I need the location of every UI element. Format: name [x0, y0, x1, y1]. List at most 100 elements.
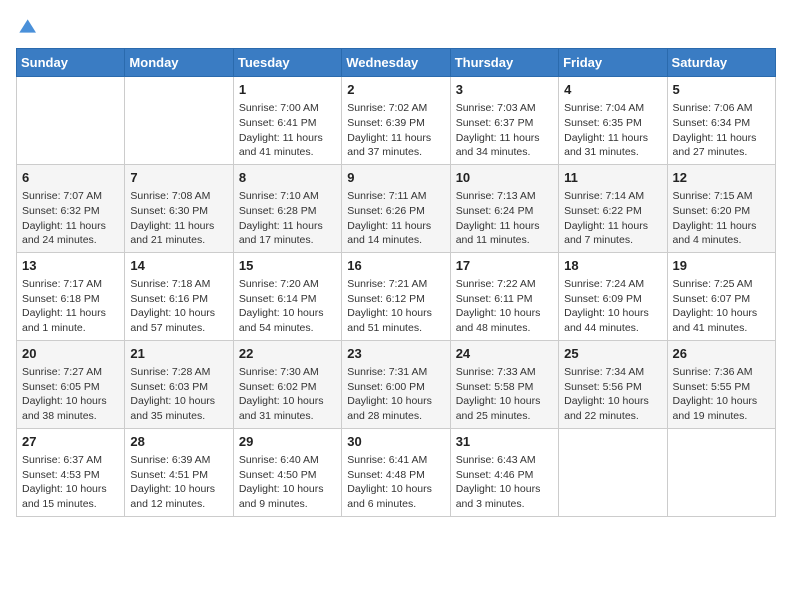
day-number: 14 — [130, 257, 227, 275]
calendar-cell: 13 Sunrise: 7:17 AM Sunset: 6:18 PM Dayli… — [17, 252, 125, 340]
weekday-header-wednesday: Wednesday — [342, 49, 450, 77]
calendar-cell: 15 Sunrise: 7:20 AM Sunset: 6:14 PM Dayli… — [233, 252, 341, 340]
cell-content: Sunrise: 7:25 AM Sunset: 6:07 PM Dayligh… — [673, 277, 770, 336]
calendar-cell: 22Sunrise: 7:30 AM Sunset: 6:02 PM Dayli… — [233, 340, 341, 428]
weekday-header-saturday: Saturday — [667, 49, 775, 77]
day-number: 10 — [456, 169, 553, 187]
calendar-body: 1 Sunrise: 7:00 AM Sunset: 6:41 PM Daylig… — [17, 77, 776, 517]
day-number: 26 — [673, 345, 770, 363]
cell-content: Sunrise: 7:34 AM Sunset: 5:56 PM Dayligh… — [564, 365, 661, 424]
cell-content: Sunrise: 7:36 AM Sunset: 5:55 PM Dayligh… — [673, 365, 770, 424]
day-number: 13 — [22, 257, 119, 275]
calendar-cell: 8 Sunrise: 7:10 AM Sunset: 6:28 PM Daylig… — [233, 164, 341, 252]
cell-content: Sunrise: 7:22 AM Sunset: 6:11 PM Dayligh… — [456, 277, 553, 336]
day-number: 7 — [130, 169, 227, 187]
day-number: 4 — [564, 81, 661, 99]
calendar-cell: 20 Sunrise: 7:27 AM Sunset: 6:05 PM Dayli… — [17, 340, 125, 428]
cell-content: Sunrise: 6:37 AM Sunset: 4:53 PM Dayligh… — [22, 453, 119, 512]
calendar-cell: 7 Sunrise: 7:08 AM Sunset: 6:30 PM Daylig… — [125, 164, 233, 252]
cell-content: Sunrise: 6:43 AM Sunset: 4:46 PM Dayligh… — [456, 453, 553, 512]
day-number: 15 — [239, 257, 336, 275]
cell-content: Sunrise: 7:18 AM Sunset: 6:16 PM Dayligh… — [130, 277, 227, 336]
calendar-week-2: 6 Sunrise: 7:07 AM Sunset: 6:32 PM Daylig… — [17, 164, 776, 252]
cell-content: Sunrise: 7:04 AM Sunset: 6:35 PM Dayligh… — [564, 101, 661, 160]
cell-content: Sunrise: 7:08 AM Sunset: 6:30 PM Dayligh… — [130, 189, 227, 248]
cell-content: Sunrise: 7:02 AM Sunset: 6:39 PM Dayligh… — [347, 101, 444, 160]
calendar-table: SundayMondayTuesdayWednesdayThursdayFrid… — [16, 48, 776, 517]
calendar-cell: 23 Sunrise: 7:31 AM Sunset: 6:00 PM Dayli… — [342, 340, 450, 428]
cell-content: Sunrise: 7:07 AM Sunset: 6:32 PM Dayligh… — [22, 189, 119, 248]
calendar-cell: 17 Sunrise: 7:22 AM Sunset: 6:11 PM Dayli… — [450, 252, 558, 340]
calendar-week-5: 27 Sunrise: 6:37 AM Sunset: 4:53 PM Dayli… — [17, 428, 776, 516]
calendar-cell: 10 Sunrise: 7:13 AM Sunset: 6:24 PM Dayli… — [450, 164, 558, 252]
day-number: 27 — [22, 433, 119, 451]
calendar-cell: 1 Sunrise: 7:00 AM Sunset: 6:41 PM Daylig… — [233, 77, 341, 165]
calendar-cell: 14 Sunrise: 7:18 AM Sunset: 6:16 PM Dayli… — [125, 252, 233, 340]
calendar-cell: 12Sunrise: 7:15 AM Sunset: 6:20 PM Dayli… — [667, 164, 775, 252]
calendar-cell: 6 Sunrise: 7:07 AM Sunset: 6:32 PM Daylig… — [17, 164, 125, 252]
calendar-cell — [17, 77, 125, 165]
cell-content: Sunrise: 7:27 AM Sunset: 6:05 PM Dayligh… — [22, 365, 119, 424]
calendar-cell: 9 Sunrise: 7:11 AM Sunset: 6:26 PM Daylig… — [342, 164, 450, 252]
page-header — [16, 16, 776, 36]
cell-content: Sunrise: 7:06 AM Sunset: 6:34 PM Dayligh… — [673, 101, 770, 160]
calendar-header: SundayMondayTuesdayWednesdayThursdayFrid… — [17, 49, 776, 77]
calendar-cell — [125, 77, 233, 165]
cell-content: Sunrise: 7:30 AM Sunset: 6:02 PM Dayligh… — [239, 365, 336, 424]
day-number: 5 — [673, 81, 770, 99]
calendar-cell: 4 Sunrise: 7:04 AM Sunset: 6:35 PM Daylig… — [559, 77, 667, 165]
calendar-cell: 11Sunrise: 7:14 AM Sunset: 6:22 PM Dayli… — [559, 164, 667, 252]
cell-content: Sunrise: 7:14 AM Sunset: 6:22 PM Dayligh… — [564, 189, 661, 248]
cell-content: Sunrise: 7:03 AM Sunset: 6:37 PM Dayligh… — [456, 101, 553, 160]
cell-content: Sunrise: 7:24 AM Sunset: 6:09 PM Dayligh… — [564, 277, 661, 336]
cell-content: Sunrise: 7:15 AM Sunset: 6:20 PM Dayligh… — [673, 189, 770, 248]
cell-content: Sunrise: 7:10 AM Sunset: 6:28 PM Dayligh… — [239, 189, 336, 248]
logo — [16, 16, 40, 36]
cell-content: Sunrise: 7:31 AM Sunset: 6:00 PM Dayligh… — [347, 365, 444, 424]
day-number: 25 — [564, 345, 661, 363]
calendar-cell: 2Sunrise: 7:02 AM Sunset: 6:39 PM Daylig… — [342, 77, 450, 165]
calendar-cell: 5 Sunrise: 7:06 AM Sunset: 6:34 PM Daylig… — [667, 77, 775, 165]
cell-content: Sunrise: 6:39 AM Sunset: 4:51 PM Dayligh… — [130, 453, 227, 512]
day-number: 6 — [22, 169, 119, 187]
day-number: 21 — [130, 345, 227, 363]
day-number: 23 — [347, 345, 444, 363]
day-number: 20 — [22, 345, 119, 363]
calendar-cell: 3 Sunrise: 7:03 AM Sunset: 6:37 PM Daylig… — [450, 77, 558, 165]
calendar-cell: 30 Sunrise: 6:41 AM Sunset: 4:48 PM Dayli… — [342, 428, 450, 516]
day-number: 3 — [456, 81, 553, 99]
day-number: 17 — [456, 257, 553, 275]
day-number: 8 — [239, 169, 336, 187]
calendar-cell: 19 Sunrise: 7:25 AM Sunset: 6:07 PM Dayli… — [667, 252, 775, 340]
cell-content: Sunrise: 7:00 AM Sunset: 6:41 PM Dayligh… — [239, 101, 336, 160]
day-number: 24 — [456, 345, 553, 363]
cell-content: Sunrise: 7:33 AM Sunset: 5:58 PM Dayligh… — [456, 365, 553, 424]
cell-content: Sunrise: 7:17 AM Sunset: 6:18 PM Dayligh… — [22, 277, 119, 336]
day-number: 18 — [564, 257, 661, 275]
weekday-header-monday: Monday — [125, 49, 233, 77]
calendar-week-3: 13 Sunrise: 7:17 AM Sunset: 6:18 PM Dayli… — [17, 252, 776, 340]
cell-content: Sunrise: 7:21 AM Sunset: 6:12 PM Dayligh… — [347, 277, 444, 336]
cell-content: Sunrise: 6:41 AM Sunset: 4:48 PM Dayligh… — [347, 453, 444, 512]
weekday-header-tuesday: Tuesday — [233, 49, 341, 77]
day-number: 16 — [347, 257, 444, 275]
weekday-row: SundayMondayTuesdayWednesdayThursdayFrid… — [17, 49, 776, 77]
calendar-cell: 24 Sunrise: 7:33 AM Sunset: 5:58 PM Dayli… — [450, 340, 558, 428]
calendar-cell: 26 Sunrise: 7:36 AM Sunset: 5:55 PM Dayli… — [667, 340, 775, 428]
weekday-header-sunday: Sunday — [17, 49, 125, 77]
day-number: 30 — [347, 433, 444, 451]
calendar-cell: 31Sunrise: 6:43 AM Sunset: 4:46 PM Dayli… — [450, 428, 558, 516]
day-number: 28 — [130, 433, 227, 451]
calendar-cell: 29Sunrise: 6:40 AM Sunset: 4:50 PM Dayli… — [233, 428, 341, 516]
day-number: 9 — [347, 169, 444, 187]
weekday-header-friday: Friday — [559, 49, 667, 77]
cell-content: Sunrise: 7:20 AM Sunset: 6:14 PM Dayligh… — [239, 277, 336, 336]
calendar-cell: 27 Sunrise: 6:37 AM Sunset: 4:53 PM Dayli… — [17, 428, 125, 516]
calendar-week-4: 20 Sunrise: 7:27 AM Sunset: 6:05 PM Dayli… — [17, 340, 776, 428]
day-number: 1 — [239, 81, 336, 99]
cell-content: Sunrise: 7:11 AM Sunset: 6:26 PM Dayligh… — [347, 189, 444, 248]
cell-content: Sunrise: 7:28 AM Sunset: 6:03 PM Dayligh… — [130, 365, 227, 424]
cell-content: Sunrise: 7:13 AM Sunset: 6:24 PM Dayligh… — [456, 189, 553, 248]
weekday-header-thursday: Thursday — [450, 49, 558, 77]
day-number: 19 — [673, 257, 770, 275]
